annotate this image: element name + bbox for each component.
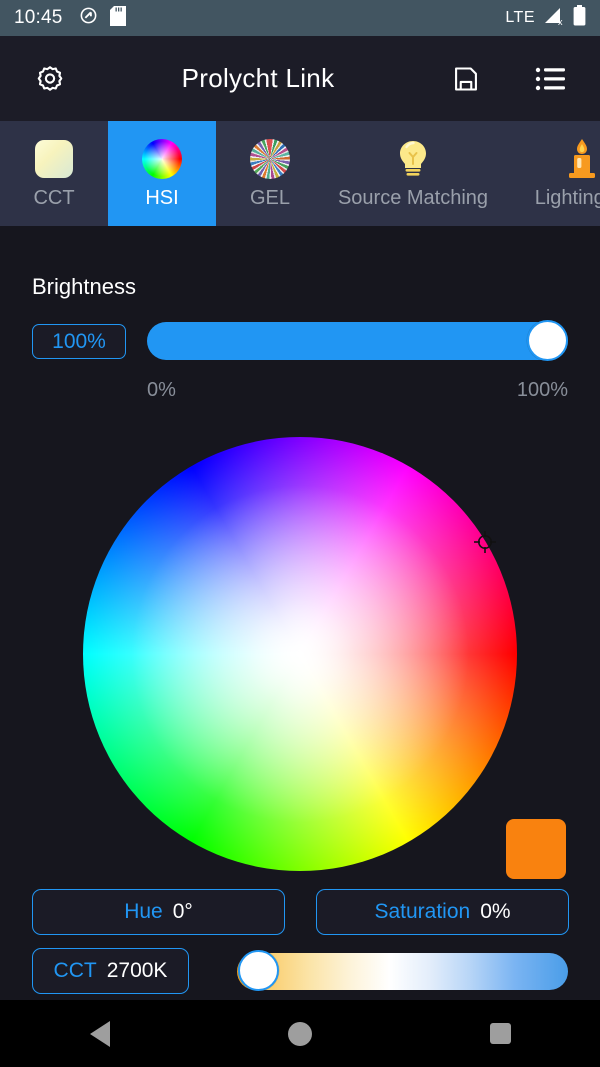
app-header-actions xyxy=(446,59,570,99)
status-bar: 10:45 LTE xyxy=(0,0,600,36)
mode-tab-bar[interactable]: CCT HSI GEL Sour xyxy=(0,121,600,226)
color-wheel-cursor[interactable] xyxy=(471,528,499,556)
battery-full-icon xyxy=(573,5,586,31)
network-type-label: LTE xyxy=(505,9,535,27)
color-wheel-icon xyxy=(140,137,184,181)
save-disk-icon[interactable] xyxy=(446,59,486,99)
app-header: Prolycht Link xyxy=(0,36,600,121)
tab-source-matching[interactable]: Source Matching xyxy=(324,121,502,226)
svg-text:x: x xyxy=(558,17,563,26)
tab-gel[interactable]: GEL xyxy=(216,121,324,226)
list-menu-icon[interactable] xyxy=(530,59,570,99)
back-triangle-icon[interactable] xyxy=(65,1000,135,1067)
tab-cct[interactable]: CCT xyxy=(0,121,108,226)
hue-field[interactable]: Hue 0° xyxy=(32,889,285,935)
saturation-field[interactable]: Saturation 0% xyxy=(316,889,569,935)
hue-label: Hue xyxy=(124,900,163,924)
tab-label-hsi: HSI xyxy=(145,187,178,210)
page-title: Prolycht Link xyxy=(70,63,446,94)
sd-card-icon xyxy=(110,6,126,31)
cct-value: 2700K xyxy=(107,959,168,983)
signal-off-icon: x xyxy=(543,6,565,31)
status-bar-right-icons: LTE x xyxy=(505,5,586,31)
location-off-icon xyxy=(79,6,98,30)
home-circle-icon[interactable] xyxy=(265,1000,335,1067)
status-bar-clock: 10:45 xyxy=(14,7,63,29)
gel-burst-icon xyxy=(248,137,292,181)
brightness-min-label: 0% xyxy=(147,379,176,402)
hue-value: 0° xyxy=(173,900,193,924)
brightness-slider-thumb[interactable] xyxy=(527,320,568,361)
cct-slider-track[interactable] xyxy=(237,953,568,990)
recents-square-icon[interactable] xyxy=(465,1000,535,1067)
cct-gradient-square-icon xyxy=(32,137,76,181)
tab-lighting-effects[interactable]: Lighting Ef xyxy=(502,121,600,226)
candle-icon xyxy=(560,137,600,181)
status-bar-left-icons xyxy=(79,6,126,31)
color-wheel-saturation-fade xyxy=(83,437,517,871)
gear-icon[interactable] xyxy=(30,59,70,99)
cct-slider-thumb[interactable] xyxy=(238,950,279,991)
selected-color-swatch[interactable] xyxy=(506,819,566,879)
cct-label: CCT xyxy=(54,959,97,983)
tab-label-cct: CCT xyxy=(33,187,74,210)
brightness-slider-track[interactable] xyxy=(147,322,568,360)
hsi-color-wheel[interactable] xyxy=(83,437,517,871)
saturation-label: Saturation xyxy=(374,900,470,924)
tab-label-source-matching: Source Matching xyxy=(338,187,488,210)
brightness-value-field[interactable]: 100% xyxy=(32,324,126,359)
tab-label-lighting-effects: Lighting Ef xyxy=(535,187,600,210)
brightness-section-label: Brightness xyxy=(32,274,136,300)
lightbulb-icon xyxy=(391,137,435,181)
tab-hsi[interactable]: HSI xyxy=(108,121,216,226)
app-root: 10:45 LTE xyxy=(0,0,600,1067)
saturation-value: 0% xyxy=(480,900,510,924)
tab-label-gel: GEL xyxy=(250,187,290,210)
android-nav-bar xyxy=(0,1000,600,1067)
cct-field[interactable]: CCT 2700K xyxy=(32,948,189,994)
brightness-max-label: 100% xyxy=(517,379,568,402)
